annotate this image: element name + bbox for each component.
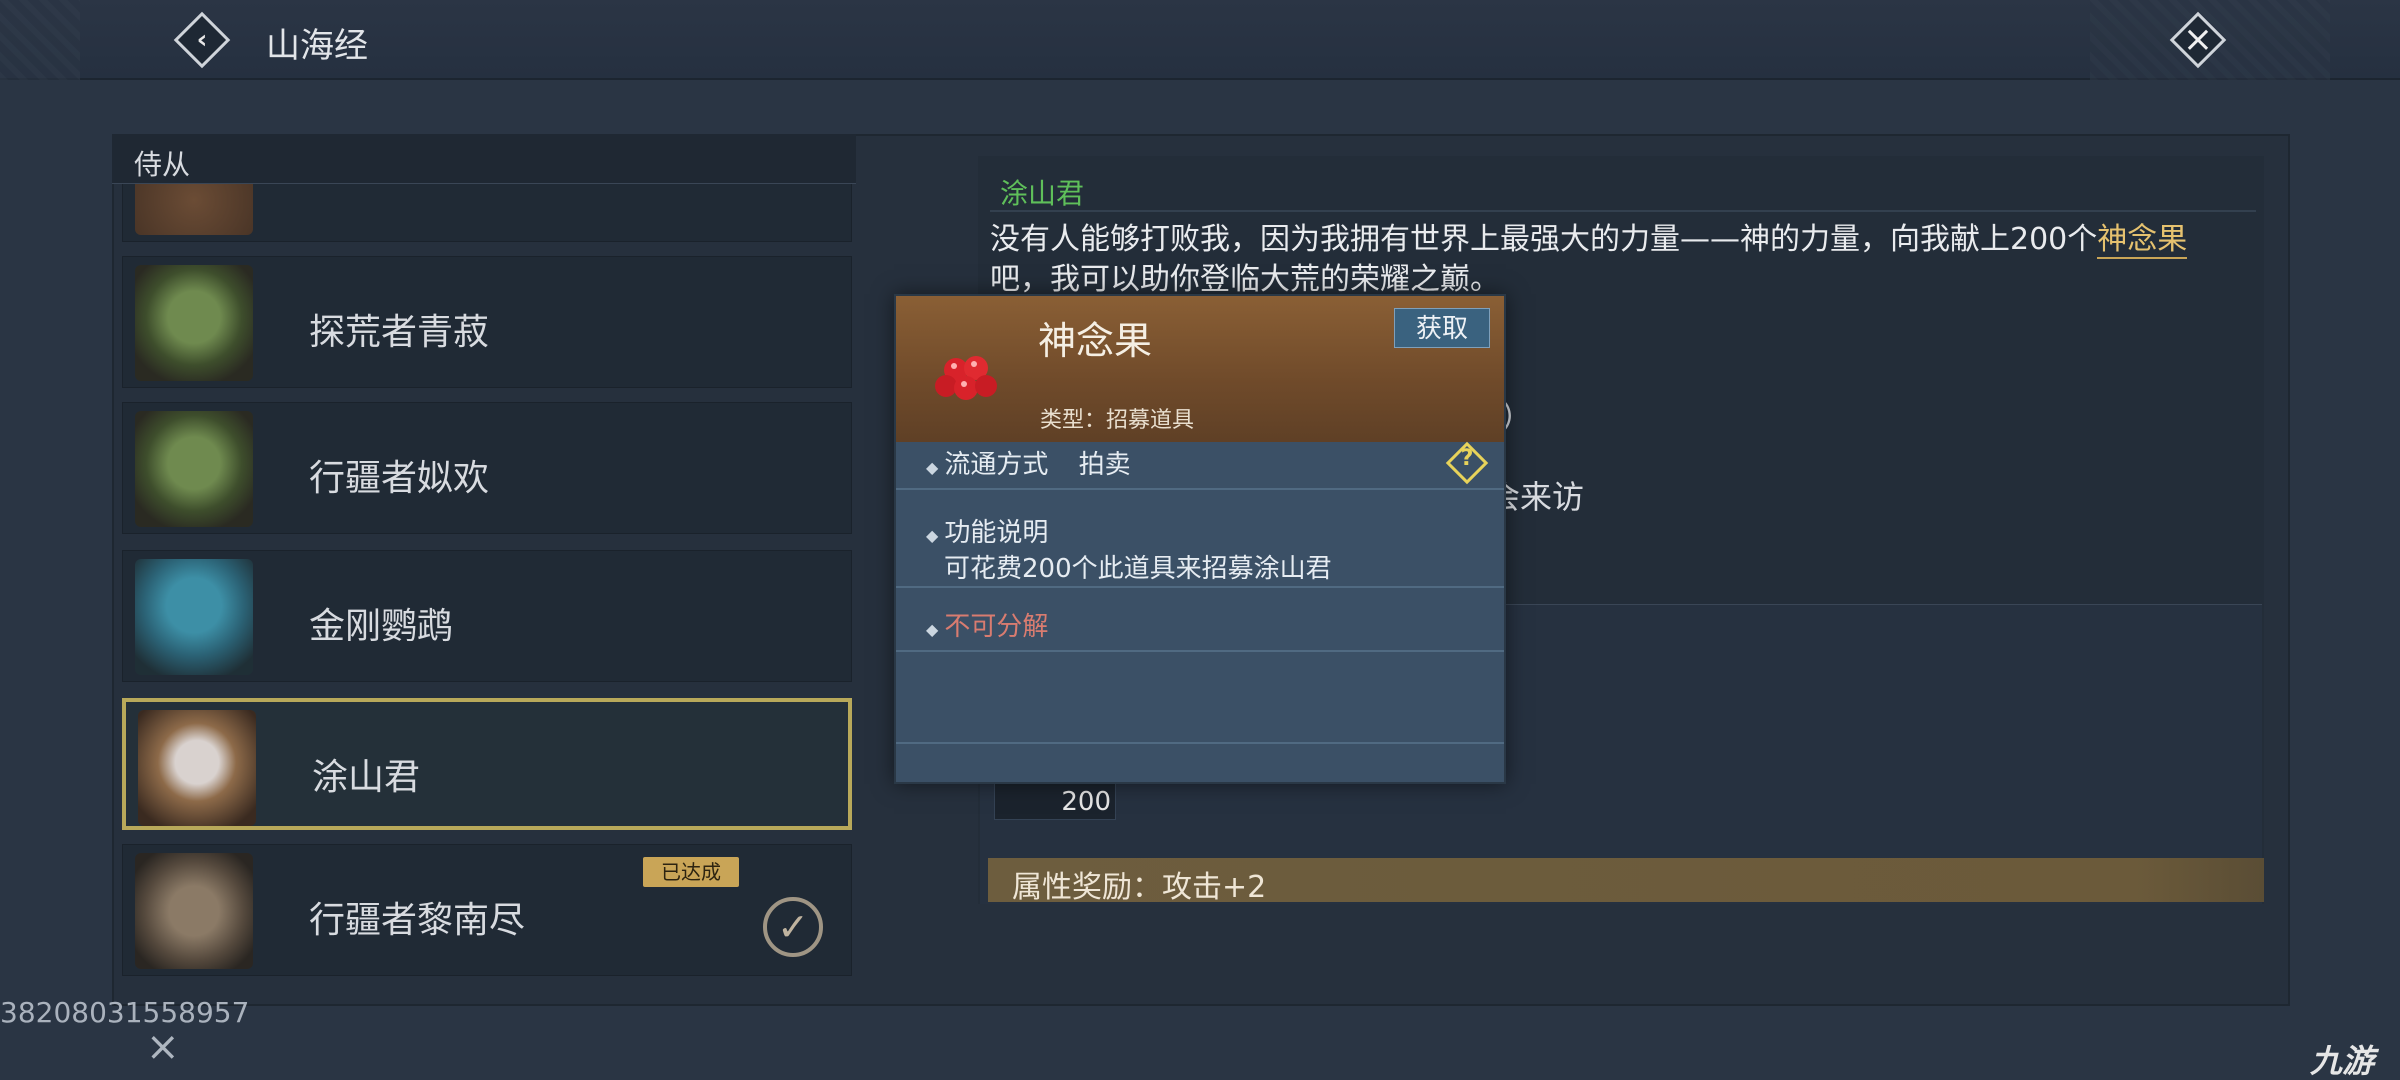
decompose-label: 不可分解 — [944, 612, 1049, 642]
avatar — [135, 853, 253, 969]
attribute-reward: 属性奖励：攻击+2 — [1012, 870, 1267, 905]
page-title: 山海经 — [266, 26, 368, 66]
item-tooltip: 神念果 获取 类型：招募道具 ◆ 流通方式 拍卖 ? ◆ 功能说明 可花费200个此… — [894, 294, 1506, 784]
chevron-left-icon: ‹ — [196, 25, 208, 55]
circulation-value: 拍卖 — [1078, 450, 1131, 480]
item-type: 类型：招募道具 — [1040, 408, 1195, 433]
list-item-label: 探荒者青菽 — [309, 312, 490, 353]
list-item[interactable] — [122, 184, 852, 242]
list-item-label: 金刚鹦鹉 — [309, 606, 454, 647]
list-item-label: 行疆者黎南尽 — [309, 900, 526, 941]
watermark-logo: 九游 — [2310, 1042, 2375, 1080]
list-item[interactable]: 探荒者青菽 — [122, 256, 852, 388]
desc-text: 吧，我可以助你登临大荒的荣耀之巅。 — [990, 262, 1500, 297]
list-item[interactable]: 金刚鹦鹉 — [122, 550, 852, 682]
item-count: 200 — [1061, 787, 1111, 817]
divider — [896, 742, 1504, 744]
avatar — [135, 265, 253, 381]
player-id: 38208031558957 — [0, 996, 250, 1029]
divider — [896, 488, 1504, 490]
close-icon[interactable]: × — [146, 1024, 180, 1070]
list-item[interactable]: 行疆者黎南尽 已达成 ✓ — [122, 844, 852, 976]
item-title: 神念果 — [1038, 319, 1153, 363]
diamond-bullet-icon: ◆ — [926, 526, 939, 545]
help-icon[interactable]: ? — [1452, 446, 1482, 480]
list-title: 侍从 — [134, 148, 191, 181]
list-item-label: 涂山君 — [312, 757, 421, 798]
character-name: 涂山君 — [1000, 177, 1085, 210]
divider — [990, 210, 2256, 212]
list-item-label: 行疆者姒欢 — [309, 458, 490, 499]
function-row: ◆ 功能说明 — [926, 512, 1048, 549]
decompose-row: ◆ 不可分解 — [926, 606, 1048, 643]
function-desc: 可花费200个此道具来招募涂山君 — [944, 554, 1332, 584]
top-bar: ‹ 山海经 × — [0, 0, 2400, 80]
avatar — [138, 710, 256, 826]
tooltip-header: 神念果 获取 类型：招募道具 — [896, 296, 1504, 442]
divider — [896, 650, 1504, 652]
list-item[interactable]: 行疆者姒欢 — [122, 402, 852, 534]
avatar — [135, 411, 253, 527]
item-link[interactable]: 神念果 — [2097, 222, 2188, 259]
avatar — [135, 559, 253, 675]
desc-text: 没有人能够打败我，因为我拥有世界上最强大的力量——神的力量，向我献上200个 — [990, 222, 2098, 257]
diamond-bullet-icon: ◆ — [926, 458, 939, 477]
list-header — [112, 134, 856, 184]
close-icon: × — [2182, 19, 2214, 60]
status-badge: 已达成 — [643, 857, 739, 887]
avatar — [135, 184, 253, 235]
function-label: 功能说明 — [944, 518, 1049, 548]
list-item-selected[interactable]: 涂山君 — [122, 698, 852, 830]
back-button[interactable]: ‹ — [172, 10, 232, 70]
attendant-list[interactable]: 探荒者青菽 行疆者姒欢 金刚鹦鹉 涂山君 行疆者黎南尽 已达成 ✓ — [122, 184, 852, 976]
circulation-label: 流通方式 — [944, 450, 1049, 480]
get-button[interactable]: 获取 — [1394, 308, 1490, 348]
decor-pattern — [0, 0, 80, 80]
character-description: 没有人能够打败我，因为我拥有世界上最强大的力量——神的力量，向我献上200个神念… — [990, 220, 2260, 300]
berry-icon — [935, 356, 997, 400]
attribute-bar: 属性奖励：攻击+2 — [988, 858, 2264, 905]
circulation-row: ◆ 流通方式 拍卖 — [926, 444, 1131, 481]
diamond-bullet-icon: ◆ — [926, 620, 939, 639]
checkmark-icon: ✓ — [763, 897, 823, 957]
close-button[interactable]: × — [2166, 8, 2230, 72]
divider — [896, 586, 1504, 588]
